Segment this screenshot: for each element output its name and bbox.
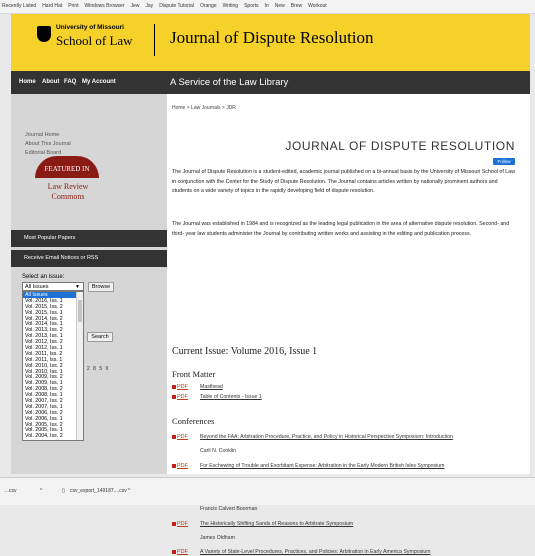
bookmark-item[interactable]: Orange bbox=[200, 3, 217, 9]
pdf-icon bbox=[172, 434, 176, 439]
web-page: University of Missouri School of Law Jou… bbox=[11, 14, 530, 555]
nav-home[interactable]: Home bbox=[19, 79, 36, 85]
bookmark-item[interactable]: Windows Browser bbox=[84, 3, 124, 9]
chevron-up-icon[interactable]: ^ bbox=[128, 488, 130, 494]
main-nav: Home About FAQ My Account A Service of t… bbox=[11, 71, 530, 94]
bookmark-item[interactable]: Workout bbox=[308, 3, 327, 9]
badge-line2: Commons bbox=[51, 192, 85, 201]
pdf-icon bbox=[172, 549, 176, 554]
badge-banner: FEATURED IN bbox=[35, 156, 99, 178]
bookmark-item[interactable]: Sports bbox=[244, 3, 258, 9]
bookmark-item[interactable]: In bbox=[265, 3, 269, 9]
article-author: Carli N. Conklin bbox=[200, 448, 237, 454]
current-issue-heading: Current Issue: Volume 2016, Issue 1 bbox=[172, 346, 318, 357]
page-title: JOURNAL OF DISPUTE RESOLUTION bbox=[285, 139, 515, 153]
issue-select[interactable]: All Issues ▼ bbox=[22, 282, 84, 291]
nav-faq[interactable]: FAQ bbox=[64, 79, 76, 85]
bookmark-item[interactable]: Brew bbox=[291, 3, 302, 9]
pdf-icon bbox=[172, 394, 176, 399]
issue-select-value: All Issues bbox=[25, 284, 49, 290]
sidebar: Journal Home About This Journal Editoria… bbox=[11, 94, 167, 474]
browse-button[interactable]: Browse bbox=[88, 282, 114, 292]
email-notices-label: Receive Email Notices or RSS bbox=[24, 255, 99, 261]
download-item-1[interactable]: …csv bbox=[4, 488, 17, 494]
search-button[interactable]: Search bbox=[87, 332, 113, 342]
bookmark-item[interactable]: Writing bbox=[223, 3, 238, 9]
article-link[interactable]: Beyond the FAA: Arbitration Procedure, P… bbox=[200, 434, 510, 441]
pdf-label: PDF bbox=[177, 549, 188, 555]
select-issue-label: Select an issue: bbox=[22, 274, 65, 280]
download-item-2[interactable]: csv_export_149187....csv bbox=[70, 488, 127, 494]
file-icon: ▯ bbox=[62, 488, 65, 494]
pdf-icon bbox=[172, 384, 176, 389]
pdf-link[interactable]: PDF bbox=[172, 521, 188, 527]
shield-icon bbox=[37, 26, 51, 42]
journal-title[interactable]: Journal of Dispute Resolution bbox=[170, 28, 374, 48]
pdf-label: PDF bbox=[177, 463, 188, 469]
article-link[interactable]: The Historically Shifting Sands of Reaso… bbox=[200, 521, 510, 528]
bookmark-item[interactable]: New bbox=[275, 3, 285, 9]
bookmark-item[interactable]: Recently Listed bbox=[2, 3, 36, 9]
bookmark-item[interactable]: Jay bbox=[145, 3, 153, 9]
header-divider bbox=[154, 24, 155, 56]
dropdown-scrollbar[interactable] bbox=[76, 292, 83, 440]
pdf-icon bbox=[172, 521, 176, 526]
pdf-link[interactable]: PDF bbox=[172, 434, 188, 440]
bookmark-item[interactable]: Hard Hat bbox=[42, 3, 62, 9]
issue-option[interactable]: Vol. 2004, Iss. 2 bbox=[23, 433, 83, 439]
logo-line2: School of Law bbox=[56, 33, 133, 48]
nav-about[interactable]: About bbox=[42, 79, 59, 85]
intro-paragraph: The Journal of Dispute Resolution is a s… bbox=[172, 169, 516, 195]
pdf-icon bbox=[172, 463, 176, 468]
bookmark-item[interactable]: Print bbox=[68, 3, 78, 9]
nav-my-account[interactable]: My Account bbox=[82, 79, 116, 85]
front-matter-heading: Front Matter bbox=[172, 369, 216, 379]
chevron-up-icon[interactable]: ^ bbox=[40, 488, 42, 494]
sidebar-journal-home[interactable]: Journal Home bbox=[25, 132, 59, 138]
email-notices-link[interactable]: Receive Email Notices or RSS bbox=[11, 250, 167, 267]
pdf-label: PDF bbox=[177, 394, 188, 400]
bookmark-item[interactable]: Dispute Tutorial bbox=[159, 3, 194, 9]
university-logo[interactable]: University of Missouri School of Law bbox=[37, 22, 149, 62]
site-header: University of Missouri School of Law Jou… bbox=[11, 14, 530, 71]
pdf-link[interactable]: PDF bbox=[172, 549, 188, 555]
pdf-link[interactable]: PDF bbox=[172, 463, 188, 469]
most-popular-link[interactable]: Most Popular Papers bbox=[11, 230, 167, 247]
article-link[interactable]: Masthead bbox=[200, 384, 510, 391]
conferences-heading: Conferences bbox=[172, 416, 215, 426]
service-label: A Service of the Law Library bbox=[170, 77, 289, 88]
article-author: Francis Calvert Boorman bbox=[200, 506, 258, 512]
most-popular-label: Most Popular Papers bbox=[24, 235, 76, 241]
downloads-bar: …csv ^ ▯ csv_export_149187....csv ^ bbox=[0, 477, 535, 505]
pdf-label: PDF bbox=[177, 434, 188, 440]
badge-line1: Law Review bbox=[47, 182, 89, 191]
page-numbers[interactable]: 2 8 5 9 bbox=[87, 366, 109, 372]
law-review-commons-badge[interactable]: FEATURED IN Law Review Commons bbox=[33, 156, 103, 218]
bookmarks-bar: Recently Listed Hard Hat Print Windows Brow… bbox=[0, 0, 535, 14]
pdf-label: PDF bbox=[177, 384, 188, 390]
bookmark-item[interactable]: Jew bbox=[131, 3, 140, 9]
pdf-link[interactable]: PDF bbox=[172, 384, 188, 390]
pdf-label: PDF bbox=[177, 521, 188, 527]
logo-line1: University of Missouri bbox=[56, 24, 124, 31]
article-author: James Oldham bbox=[200, 535, 235, 541]
article-link[interactable]: A Variety of State-Level Procedures, Pra… bbox=[200, 549, 510, 556]
history-paragraph: The Journal was established in 1984 and … bbox=[172, 221, 510, 237]
article-link[interactable]: Table of Contents - Issue 1 bbox=[200, 394, 510, 401]
follow-button[interactable]: Follow bbox=[493, 158, 515, 165]
article-link[interactable]: For Eschewing of Trouble and Exorbitant … bbox=[200, 463, 510, 470]
main-content: Home > Law Journals > JDR JOURNAL OF DIS… bbox=[168, 94, 530, 555]
scrollbar-thumb[interactable] bbox=[78, 300, 82, 322]
sidebar-about[interactable]: About This Journal bbox=[25, 141, 71, 147]
issue-dropdown-list[interactable]: All Issues Vol. 2016, Iss. 1 Vol. 2015, Is… bbox=[22, 291, 84, 441]
breadcrumb[interactable]: Home > Law Journals > JDR bbox=[172, 105, 236, 111]
pdf-link[interactable]: PDF bbox=[172, 394, 188, 400]
